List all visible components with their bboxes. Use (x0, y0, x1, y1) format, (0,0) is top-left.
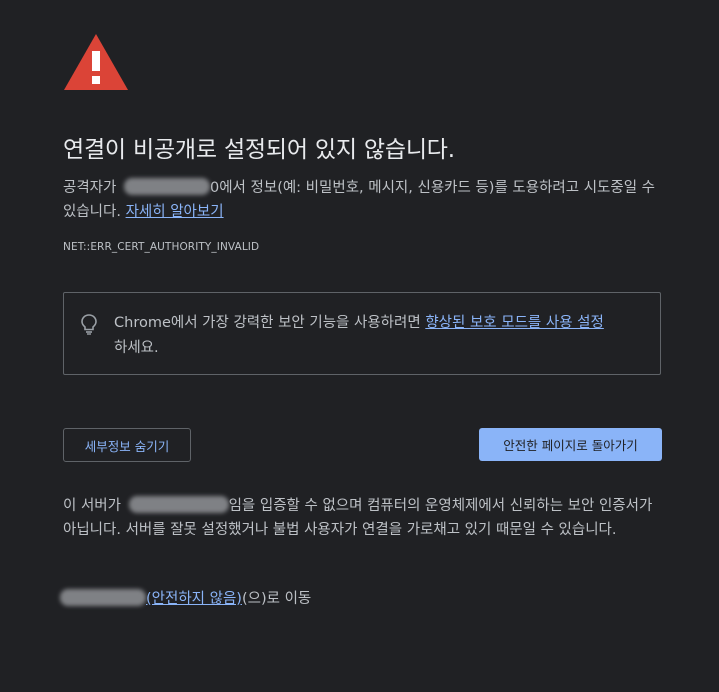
redacted-hostname (60, 589, 146, 606)
warning-description: 공격자가 0에서 정보(예: 비밀번호, 메시지, 신용카드 등)를 도용하려고… (63, 176, 663, 224)
redacted-hostname (128, 496, 229, 513)
tip-text: Chrome에서 가장 강력한 보안 기능을 사용하려면 향상된 보호 모드를 … (114, 311, 654, 361)
tip-text-before: Chrome에서 가장 강력한 보안 기능을 사용하려면 (114, 315, 421, 331)
tip-text-after: 하세요. (114, 340, 159, 356)
error-code: NET::ERR_CERT_AUTHORITY_INVALID (63, 241, 260, 253)
hide-details-button[interactable]: 세부정보 숨기기 (63, 428, 191, 462)
enhanced-protection-tip: Chrome에서 가장 강력한 보안 기능을 사용하려면 향상된 보호 모드를 … (63, 292, 661, 375)
learn-more-link[interactable]: 자세히 알아보기 (126, 204, 224, 220)
warning-triangle-icon (64, 34, 128, 90)
page-title: 연결이 비공개로 설정되어 있지 않습니다. (63, 137, 455, 163)
proceed-unsafe: (안전하지 않음)(으)로 이동 (60, 587, 311, 608)
enhanced-protection-link[interactable]: 향상된 보호 모드를 사용 설정 (425, 315, 604, 331)
proceed-unsafe-link[interactable]: (안전하지 않음) (146, 591, 242, 607)
details-text: 이 서버가 임을 입증할 수 없으며 컴퓨터의 운영체제에서 신뢰하는 보안 인… (63, 494, 663, 542)
redacted-hostname (123, 178, 210, 195)
back-to-safety-button[interactable]: 안전한 페이지로 돌아가기 (479, 428, 662, 461)
lightbulb-icon (81, 314, 97, 335)
description-prefix: 공격자가 (63, 180, 117, 196)
description-host-suffix: 0 (209, 180, 220, 196)
proceed-suffix: (으)로 이동 (241, 591, 312, 607)
interstitial-page: 연결이 비공개로 설정되어 있지 않습니다. 공격자가 0에서 정보(예: 비밀… (0, 0, 719, 692)
details-prefix: 이 서버가 (63, 498, 121, 514)
